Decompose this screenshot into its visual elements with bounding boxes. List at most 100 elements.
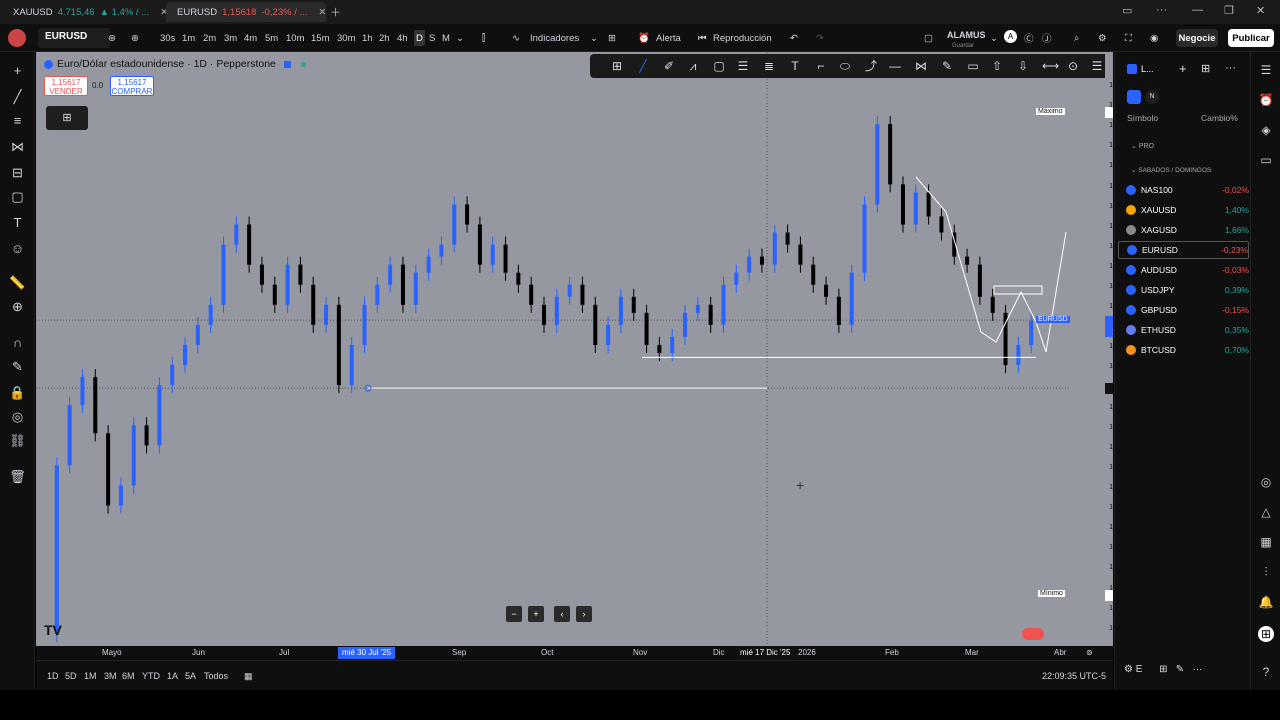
news-icon[interactable]: N (1145, 90, 1159, 104)
j-toggle[interactable]: Ⓙ (1042, 30, 1052, 46)
chat-icon[interactable]: ▭ (1258, 152, 1274, 168)
brush-icon[interactable]: ✐ (662, 59, 676, 73)
shape-icon[interactable]: ▢ (9, 188, 26, 205)
watchlist-row-xauusd[interactable]: XAUUSD 1,40% (1118, 201, 1249, 219)
text-icon[interactable]: T (788, 59, 802, 73)
zoom-out-button[interactable]: − (506, 606, 522, 622)
close-icon[interactable]: ✕ (318, 7, 326, 18)
chevron-down-icon[interactable]: ⌄ (456, 30, 464, 46)
interval-30m[interactable]: 30m (337, 30, 355, 46)
col-symbol[interactable]: Símbolo (1127, 113, 1158, 123)
fullscreen-icon[interactable]: ⛶ (1125, 30, 1132, 46)
scroll-left-button[interactable]: ‹ (554, 606, 570, 622)
lock-icon[interactable]: 🔒 (9, 384, 26, 401)
camera-icon[interactable]: ◉ (1150, 30, 1158, 46)
watchlist-row-eurusd[interactable]: EURUSD -0,23% (1118, 241, 1249, 259)
undo-icon[interactable]: ↶ (790, 30, 798, 46)
interval-s[interactable]: S (429, 30, 435, 46)
alert-button[interactable]: Alerta (656, 30, 681, 46)
range-ytd[interactable]: YTD (142, 671, 160, 681)
polyline-icon[interactable]: ⩘ (686, 59, 700, 73)
ruler-icon[interactable]: 📏 (9, 274, 26, 291)
trash-icon[interactable]: 🗑 (9, 468, 26, 485)
interval-4m[interactable]: 4m (244, 30, 257, 46)
favorite-icon[interactable]: ⊛ (108, 30, 116, 46)
interval-1m[interactable]: 1m (182, 30, 195, 46)
range-3m[interactable]: 3M (104, 671, 117, 681)
clock[interactable]: 22:09:35 UTC-5 (1042, 671, 1106, 681)
range-all[interactable]: Todos (204, 671, 228, 681)
ellipse-icon[interactable]: ⬭ (838, 59, 852, 73)
trendline-icon[interactable]: ╱ (9, 88, 26, 105)
add-icon[interactable]: + (1179, 61, 1187, 76)
target-icon[interactable]: ⊙ (1066, 59, 1080, 73)
indicators-icon[interactable]: ∿ (512, 30, 520, 46)
axis-settings-icon[interactable]: ⊚ (1086, 648, 1093, 657)
ideas-icon[interactable]: △ (1258, 504, 1274, 520)
link-icon[interactable]: ⛓ (9, 432, 26, 449)
range-6m[interactable]: 6M (122, 671, 135, 681)
redo-icon[interactable]: ↷ (816, 30, 824, 46)
new-tab-icon[interactable]: ＋ (330, 4, 341, 20)
range-1m[interactable]: 1M (84, 671, 97, 681)
c-toggle[interactable]: Ⓒ (1024, 30, 1034, 46)
rectangle-icon[interactable]: ▢ (712, 59, 726, 73)
fib-icon[interactable]: ☰ (736, 59, 750, 73)
interval-d[interactable]: D (414, 30, 425, 46)
chevron-down-icon[interactable]: ⌄ (990, 30, 998, 46)
watchlist-row-usdjpy[interactable]: USDJPY 0,39% (1118, 281, 1249, 299)
watchlist-title[interactable]: L... (1141, 64, 1154, 74)
replay-icon[interactable]: ⏮ (698, 30, 707, 46)
indicators-button[interactable]: Indicadores (530, 30, 579, 46)
calendar-icon[interactable]: ▦ (244, 671, 253, 682)
eye-icon[interactable]: ◎ (9, 408, 26, 425)
replay-button[interactable]: Reproducción (713, 30, 772, 46)
symbol-search[interactable]: EURUSD (38, 28, 110, 48)
trade-button[interactable]: Negocie (1176, 29, 1218, 47)
range-5a[interactable]: 5A (185, 671, 196, 681)
add-symbol-icon[interactable]: ⊕ (131, 30, 139, 46)
channel-icon[interactable]: ≣ (762, 59, 776, 73)
pattern-icon[interactable]: ⋈ (9, 138, 26, 155)
grid-icon[interactable]: ⊞ (610, 59, 624, 73)
buy-button[interactable]: 1,15617 COMPRAR (110, 76, 154, 96)
grid-view-icon[interactable]: ⊞ (1201, 62, 1210, 75)
interval-5m[interactable]: 5m (265, 30, 278, 46)
interval-2h[interactable]: 2h (379, 30, 390, 46)
gear-icon[interactable]: ⚙ (1098, 30, 1107, 46)
avatar[interactable] (8, 29, 26, 47)
minimize-icon[interactable]: — (1192, 4, 1203, 16)
watchlist-row-xagusd[interactable]: XAGUSD 1,66% (1118, 221, 1249, 239)
interval-30s[interactable]: 30s (160, 30, 175, 46)
calendar-icon[interactable]: ▦ (1258, 534, 1274, 550)
layouts-icon[interactable]: ⊞ (608, 30, 616, 46)
interval-15m[interactable]: 15m (311, 30, 329, 46)
price-chart-svg[interactable]: + (36, 52, 1069, 646)
curve-icon[interactable]: ⤴ (864, 59, 878, 73)
section-pro[interactable]: ⌄ PRO (1131, 142, 1154, 150)
hline-icon[interactable]: — (888, 59, 902, 73)
a-toggle[interactable]: A (1004, 30, 1017, 43)
alerts-rail-icon[interactable]: ⏰ (1258, 92, 1274, 108)
publish-button[interactable]: Publicar (1228, 29, 1274, 47)
object-tree-button[interactable]: ⊞ (46, 106, 88, 130)
range-1a[interactable]: 1A (167, 671, 178, 681)
sell-button[interactable]: 1,15617 VENDER (44, 76, 88, 96)
tab-xauusd[interactable]: XAUUSD 4.715,46 ▲ 1,4% / ... ✕ (2, 2, 168, 22)
search-icon[interactable]: ⌕ (1074, 30, 1079, 46)
col-change[interactable]: Cambio% (1201, 113, 1238, 123)
arrow-down-icon[interactable]: ⇩ (1016, 59, 1030, 73)
projection-icon[interactable]: ⊟ (9, 164, 26, 181)
watchlist-row-nas100[interactable]: NAS100 -0,02% (1118, 181, 1249, 199)
watchlist-row-gbpusd[interactable]: GBPUSD -0,15% (1118, 301, 1249, 319)
maximize-icon[interactable]: ❐ (1224, 4, 1234, 17)
interval-10m[interactable]: 10m (286, 30, 304, 46)
text-icon[interactable]: T (9, 214, 26, 231)
watchlist-rail-icon[interactable]: ☰ (1258, 62, 1274, 78)
tab-eurusd[interactable]: EURUSD 1,15618 -0,23% / ... ✕ (166, 2, 326, 22)
interval-m[interactable]: M (442, 30, 450, 46)
filter-icon[interactable] (1127, 90, 1141, 104)
interval-4h[interactable]: 4h (397, 30, 408, 46)
emoji-icon[interactable]: ☺ (9, 240, 26, 257)
layers-icon[interactable]: ◈ (1258, 122, 1274, 138)
